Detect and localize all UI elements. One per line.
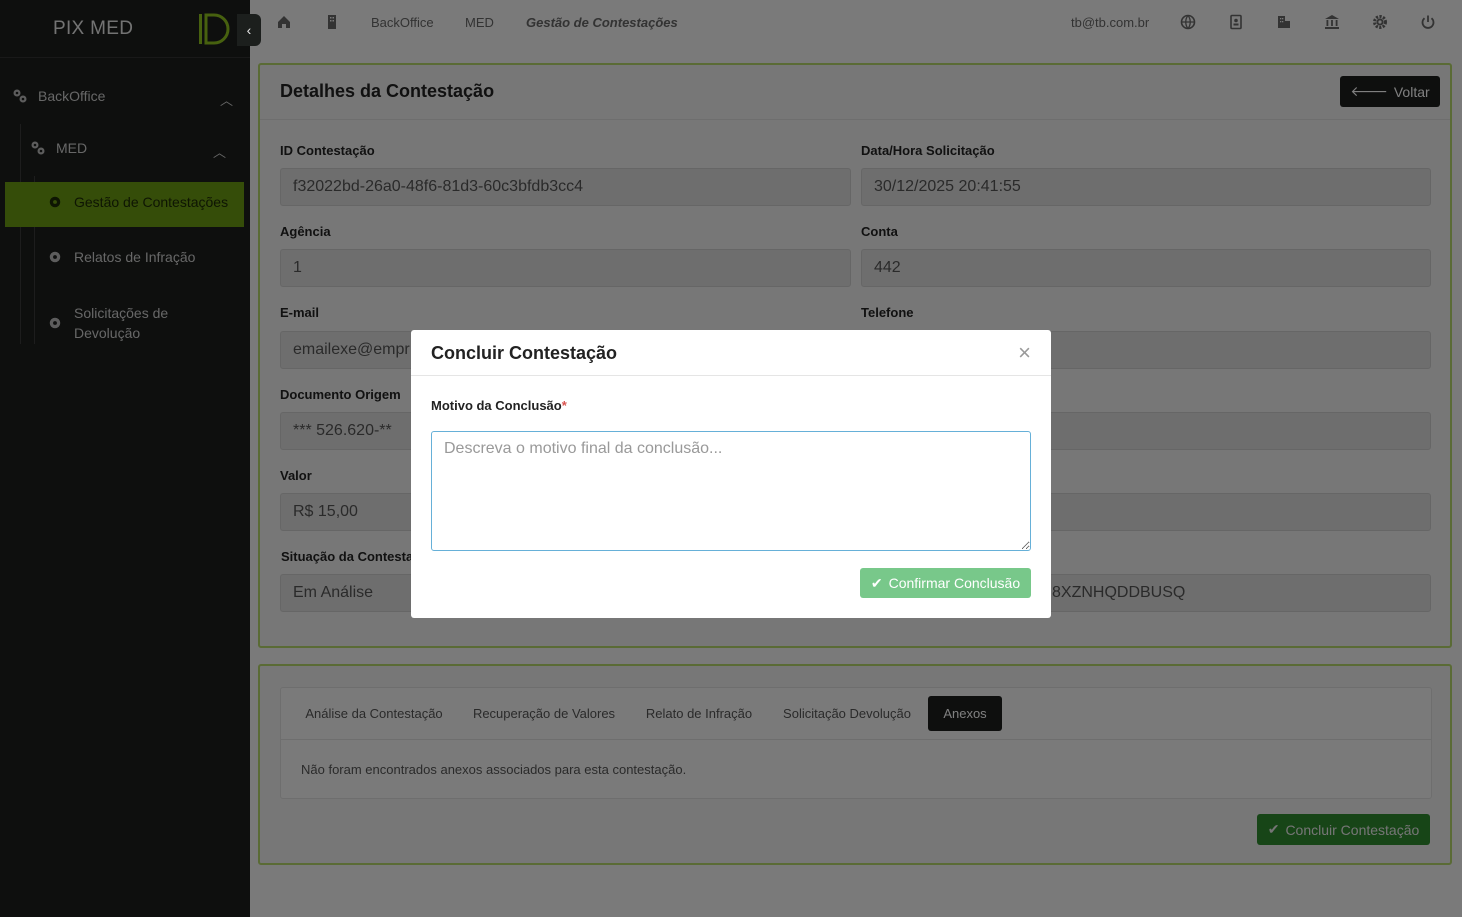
modal-title: Concluir Contestação [431,343,618,363]
confirm-button-label: Confirmar Conclusão [888,575,1021,591]
required-mark: * [561,398,567,413]
confirm-conclusion-button[interactable]: ✔ Confirmar Conclusão [860,568,1031,598]
close-icon[interactable]: × [1018,340,1031,366]
motivo-label-text: Motivo da Conclusão [431,398,562,413]
check-icon: ✔ [870,574,883,591]
divider [411,375,1051,376]
conclude-modal: Concluir Contestação × Motivo da Conclus… [411,330,1051,618]
motivo-label: Motivo da Conclusão* [431,398,567,413]
sidebar-collapse-button[interactable]: ‹ [237,14,261,46]
chevron-left-icon: ‹ [246,22,252,38]
motivo-textarea[interactable] [431,431,1031,551]
